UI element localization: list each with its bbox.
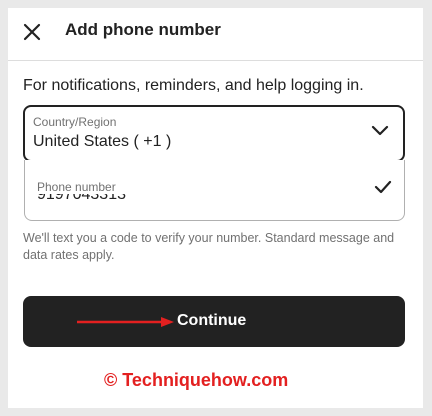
- watermark: © Techniquehow.com: [104, 370, 289, 390]
- right-arrow-icon: [77, 317, 174, 327]
- chevron-down-icon: [371, 125, 389, 136]
- country-region-label: Country/Region: [33, 115, 117, 129]
- check-icon: [374, 180, 392, 194]
- dialog-title: Add phone number: [65, 20, 221, 39]
- phone-number-label: Phone number: [37, 180, 116, 194]
- continue-button[interactable]: Continue: [23, 296, 405, 347]
- country-region-value: United States ( +1 ): [33, 133, 172, 150]
- close-button[interactable]: [20, 20, 44, 44]
- add-phone-dialog: Add phone number For notifications, remi…: [8, 8, 423, 408]
- disclaimer-text: We'll text you a code to verify your num…: [23, 231, 395, 262]
- phone-number-field[interactable]: Phone number 9197043313: [24, 160, 405, 221]
- close-icon: [23, 23, 41, 41]
- phone-number-input[interactable]: 9197043313: [37, 194, 337, 208]
- dialog-header: Add phone number: [8, 8, 423, 61]
- country-region-select[interactable]: Country/Region United States ( +1 ): [23, 105, 405, 162]
- phone-number-value: 9197043313: [37, 194, 126, 203]
- continue-label: Continue: [177, 312, 247, 329]
- info-text: For notifications, reminders, and help l…: [23, 77, 364, 94]
